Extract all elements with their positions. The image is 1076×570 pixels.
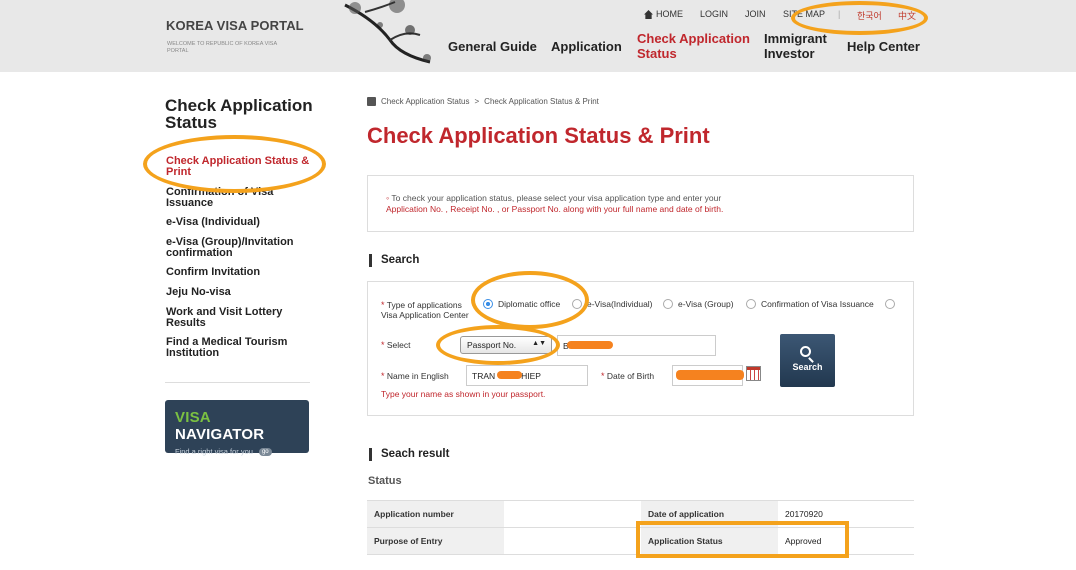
application-number-header: Application number bbox=[367, 500, 504, 528]
table-row: Purpose of Entry Application Status Appr… bbox=[367, 527, 914, 555]
sidebar-item-jeju-no-visa[interactable]: Jeju No-visa bbox=[166, 287, 316, 298]
login-link[interactable]: LOGIN bbox=[700, 9, 728, 19]
radio-icon[interactable] bbox=[663, 299, 673, 309]
redaction-mark bbox=[676, 370, 744, 380]
search-result-heading: Seach result bbox=[369, 448, 449, 461]
magnifier-icon bbox=[800, 346, 811, 357]
sidebar-item-evisa-individual[interactable]: e-Visa (Individual) bbox=[166, 217, 316, 228]
date-of-application-value: 20170920 bbox=[778, 500, 914, 528]
visa-navigator-subtitle: Find a right visa for you go bbox=[175, 447, 299, 456]
radio-diplomatic-office[interactable]: Diplomatic office bbox=[483, 299, 560, 309]
radio-icon[interactable] bbox=[885, 299, 895, 309]
site-header: KOREA VISA PORTAL WELCOME TO REPUBLIC OF… bbox=[0, 0, 1076, 72]
breadcrumb-home-icon[interactable] bbox=[367, 97, 376, 106]
sidebar-divider bbox=[165, 382, 310, 383]
sitemap-link[interactable]: SITE MAP bbox=[783, 9, 825, 19]
sidebar-item-medical-tourism[interactable]: Find a Medical Tourism Institution bbox=[166, 337, 316, 359]
name-in-english-input[interactable]: TRAN HIEP bbox=[466, 365, 588, 386]
nav-general-guide[interactable]: General Guide bbox=[448, 39, 537, 54]
date-of-birth-label: * Date of Birth bbox=[601, 371, 655, 381]
name-in-english-label: * Name in English bbox=[381, 371, 449, 381]
go-badge: go bbox=[258, 447, 272, 456]
redaction-mark bbox=[567, 341, 613, 349]
status-subheading: Status bbox=[368, 475, 402, 487]
purpose-of-entry-header: Purpose of Entry bbox=[367, 527, 504, 555]
page-title: Check Application Status & Print bbox=[367, 123, 710, 148]
language-chinese-link[interactable]: 中文 bbox=[898, 9, 916, 22]
purpose-of-entry-value bbox=[504, 527, 641, 555]
nav-immigrant-investor[interactable]: Immigrant Investor bbox=[764, 31, 834, 61]
type-of-applications-label: * Type of applications bbox=[381, 300, 462, 310]
home-icon bbox=[644, 9, 653, 19]
radio-icon[interactable] bbox=[746, 299, 756, 309]
nav-check-application-status[interactable]: Check Application Status bbox=[637, 31, 752, 61]
home-link[interactable]: HOME bbox=[644, 9, 683, 19]
application-number-value bbox=[504, 500, 641, 528]
radio-confirmation-visa-issuance[interactable]: Confirmation of Visa Issuance bbox=[746, 299, 874, 309]
id-type-select-value: Passport No. bbox=[467, 340, 517, 350]
sidebar-title: Check Application Status bbox=[165, 96, 313, 132]
radio-evisa-group[interactable]: e-Visa (Group) bbox=[663, 299, 734, 309]
notice-box: ◦ To check your application status, plea… bbox=[367, 175, 914, 232]
notice-line-1: ◦ To check your application status, plea… bbox=[386, 193, 722, 203]
search-section-heading: Search bbox=[369, 254, 419, 267]
visa-navigator-banner[interactable]: VISA NAVIGATOR Find a right visa for you… bbox=[165, 400, 309, 456]
site-logo[interactable]: KOREA VISA PORTAL bbox=[166, 18, 304, 33]
breadcrumb-current: Check Application Status & Print bbox=[484, 97, 599, 106]
breadcrumb-separator: > bbox=[474, 97, 480, 106]
sidebar-item-work-visit-lottery[interactable]: Work and Visit Lottery Results bbox=[166, 307, 316, 329]
select-label: * Select bbox=[381, 340, 411, 350]
visa-navigator-title: VISA NAVIGATOR bbox=[175, 409, 265, 443]
breadcrumb-item[interactable]: Check Application Status bbox=[381, 97, 470, 106]
redaction-mark bbox=[497, 371, 522, 379]
language-korean-link[interactable]: 한국어 bbox=[857, 9, 882, 22]
application-status-header: Application Status bbox=[641, 527, 778, 555]
search-button[interactable]: Search bbox=[780, 334, 835, 387]
radio-icon[interactable] bbox=[572, 299, 582, 309]
home-link-label: HOME bbox=[656, 9, 683, 19]
join-link[interactable]: JOIN bbox=[745, 9, 766, 19]
radio-evisa-individual[interactable]: e-Visa(Individual) bbox=[572, 299, 653, 309]
notice-line-2: Application No. , Receipt No. , or Passp… bbox=[386, 204, 724, 214]
ink-branch-decoration bbox=[344, 0, 431, 64]
breadcrumb: Check Application Status > Check Applica… bbox=[367, 97, 599, 106]
sidebar-item-check-status-print[interactable]: Check Application Status & Print bbox=[166, 156, 316, 178]
nav-application[interactable]: Application bbox=[551, 39, 622, 54]
radio-visa-application-center[interactable] bbox=[885, 299, 895, 309]
radio-checked-icon[interactable] bbox=[483, 299, 493, 309]
sidebar-item-confirmation-visa-issuance[interactable]: Confirmation of Visa Issuance bbox=[166, 187, 316, 209]
select-arrows-icon: ▲▼ bbox=[532, 340, 546, 347]
sidebar-item-confirm-invitation[interactable]: Confirm Invitation bbox=[166, 267, 316, 278]
visa-application-center-label: Visa Application Center bbox=[381, 310, 469, 320]
util-separator: | bbox=[838, 9, 841, 19]
date-of-application-header: Date of application bbox=[641, 500, 778, 528]
site-logo-subtitle: WELCOME TO REPUBLIC OF KOREA VISA PORTAL bbox=[167, 41, 277, 54]
sidebar-item-evisa-group[interactable]: e-Visa (Group)/Invitation confirmation bbox=[166, 237, 316, 259]
result-table: Application number Date of application 2… bbox=[367, 500, 914, 555]
id-type-select[interactable]: Passport No. ▲▼ bbox=[460, 336, 552, 354]
table-row: Application number Date of application 2… bbox=[367, 500, 914, 528]
name-hint-text: Type your name as shown in your passport… bbox=[381, 389, 546, 399]
application-status-value: Approved bbox=[778, 527, 914, 555]
calendar-icon[interactable] bbox=[746, 366, 761, 381]
nav-help-center[interactable]: Help Center bbox=[847, 39, 920, 54]
